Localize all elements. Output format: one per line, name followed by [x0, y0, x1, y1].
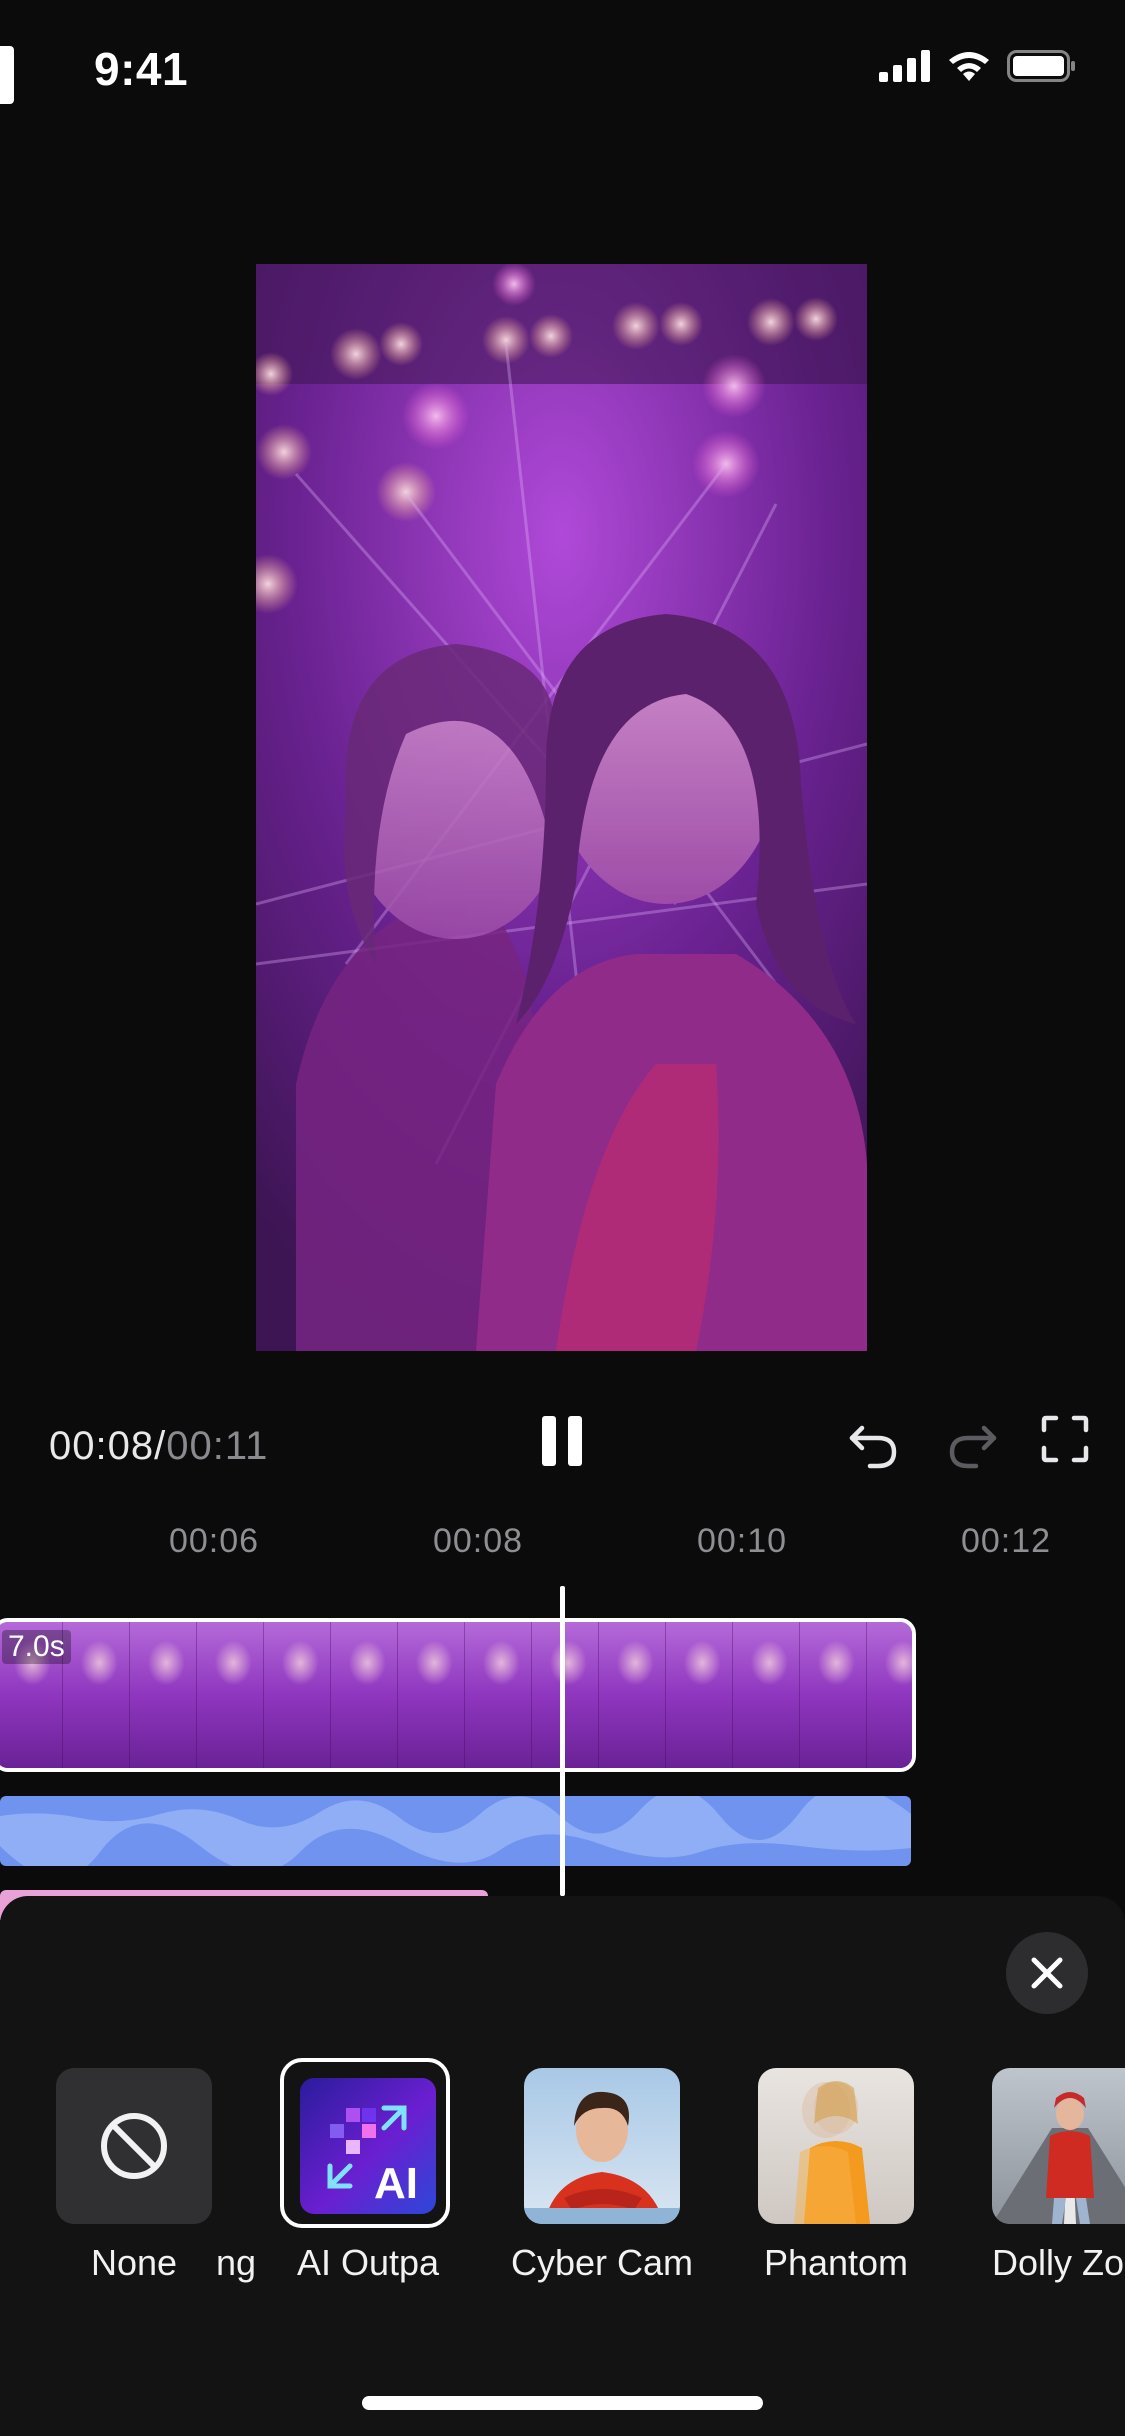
effect-label: ng: [215, 2242, 257, 2283]
time-separator: /: [154, 1424, 167, 1468]
wifi-icon: [949, 52, 989, 81]
video-preview[interactable]: [256, 264, 867, 1351]
clip-frames: [0, 1622, 912, 1768]
pause-icon: [542, 1416, 556, 1466]
effect-label: AI Outpa: [296, 2242, 440, 2283]
effect-none[interactable]: None: [56, 2068, 212, 2283]
close-icon: [1031, 1957, 1063, 1989]
playhead[interactable]: [560, 1586, 565, 1896]
clip-duration: 7.0s: [2, 1630, 71, 1664]
effect-label: None: [90, 2242, 178, 2283]
ruler-tick: 00:08: [432, 1522, 524, 1560]
video-clip[interactable]: 7.0s: [0, 1618, 916, 1772]
redo-button[interactable]: [944, 1414, 1000, 1470]
effect-label: Cyber Cam: [510, 2242, 694, 2283]
effect-label: Dolly Zoon: [992, 2242, 1125, 2283]
effect-cyber-cam[interactable]: Cyber Cam: [511, 2068, 693, 2283]
pause-button[interactable]: [540, 1416, 584, 1468]
ruler-tick: 00:06: [168, 1522, 260, 1560]
undo-button[interactable]: [846, 1414, 902, 1470]
current-time: 00:08: [49, 1424, 155, 1468]
audio-track[interactable]: [0, 1796, 911, 1866]
clip-trim-handle[interactable]: [0, 46, 14, 104]
fullscreen-button[interactable]: [1040, 1414, 1090, 1464]
status-time: 9:41: [94, 43, 189, 95]
no-symbol-icon: [56, 2068, 212, 2224]
effect-phantom[interactable]: Phantom: [758, 2068, 914, 2283]
ruler-tick: 00:10: [696, 1522, 788, 1560]
svg-text:AI: AI: [374, 2159, 418, 2208]
status-icons: [879, 50, 1077, 82]
ai-outpaint-icon: AI: [300, 2078, 436, 2214]
portrait-thumbnail: [524, 2068, 680, 2224]
audio-waveform: [0, 1796, 911, 1866]
motion-blur-thumbnail: [758, 2068, 914, 2224]
close-button[interactable]: [1006, 1932, 1088, 2014]
total-time: 00:11: [166, 1424, 269, 1468]
preview-image: [256, 264, 867, 1351]
home-indicator: [362, 2396, 763, 2410]
ruler-tick: 00:12: [960, 1522, 1052, 1560]
cellular-signal-icon: [879, 50, 930, 82]
battery-icon: [1007, 50, 1075, 82]
effect-dolly-zoom[interactable]: Dolly Zoon: [992, 2068, 1125, 2283]
effect-ai-outpaint[interactable]: AI AI Outpa: [280, 2058, 450, 2283]
effect-label: Phantom: [763, 2242, 909, 2283]
playback-time: 00:08/00:11: [49, 1424, 268, 1469]
street-thumbnail: [992, 2068, 1125, 2224]
